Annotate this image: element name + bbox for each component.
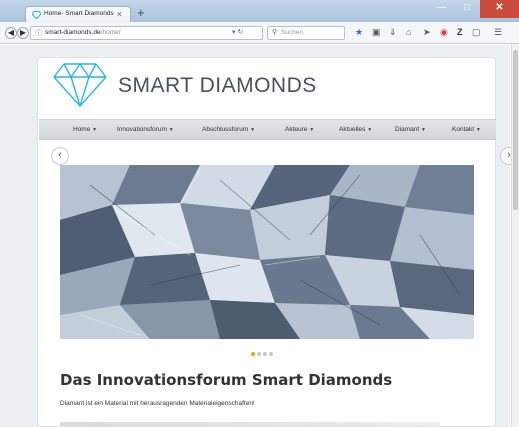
nav-item-home[interactable]: Home ▼ [73,126,97,133]
maximize-button[interactable]: □ [454,0,480,18]
intro-text: Diamant ist ein Material mit herausragen… [60,400,255,407]
tab-title: Home- Smart Diamonds [44,10,114,17]
nav-item-label: Akteure [285,126,308,133]
nav-item-akteure[interactable]: Akteure ▼ [285,126,314,133]
slider-pagination [251,343,275,356]
nav-item-diamant[interactable]: Diamant ▼ [395,126,426,133]
page-title: Das Innovationsforum Smart Diamonds [60,371,393,389]
search-placeholder: Suchen [281,29,304,36]
bookmark-star-icon[interactable]: ★ [355,27,363,38]
vertical-scrollbar[interactable] [511,44,519,427]
nav-item-label: Home [73,126,91,133]
url-domain: smart-diamonds.de [45,29,101,36]
minimize-button[interactable]: — [428,0,454,18]
forward-button[interactable]: ▶ [17,27,29,39]
download-icon[interactable]: ⇓ [389,27,397,38]
reload-icon[interactable]: ↻ [237,29,243,36]
search-bar[interactable]: ⚲ Suchen [267,26,345,40]
nav-item-label: Kontakt [452,126,475,133]
reading-list-icon[interactable]: ▣ [372,27,381,38]
site-info-icon[interactable]: ⓘ [35,28,42,38]
scrollbar-thumb[interactable] [513,50,518,210]
sidebar-icon[interactable]: ▢ [472,27,481,38]
site-container: SMART DIAMONDS Home ▼ Innovationsforum ▼… [37,57,518,427]
url-text: smart-diamonds.de/home/ [45,29,121,36]
chevron-down-icon: ▼ [92,127,98,133]
main-navigation: Home ▼ Innovationsforum ▼ Abschlussforum… [39,119,496,140]
diamond-logo-icon[interactable] [52,62,108,108]
chevron-down-icon: ▼ [168,127,174,133]
zotero-icon[interactable]: Z [457,27,463,38]
slider-dot[interactable] [269,352,273,356]
nav-item-label: Abschlussforum [202,126,249,133]
dropdown-arrow-icon[interactable]: ▾ [232,29,236,36]
site-logo-text[interactable]: SMART DIAMONDS [118,74,317,98]
web-page: SMART DIAMONDS Home ▼ Innovationsforum ▼… [0,45,518,427]
slider-dot-active[interactable] [251,352,255,356]
slider-dot[interactable] [263,352,267,356]
nav-item-aktuelles[interactable]: Aktuelles ▼ [339,126,372,133]
url-path: /home/ [100,29,121,36]
title-bar: Home- Smart Diamonds × + — □ ✕ [0,0,519,23]
new-tab-button[interactable]: + [137,6,145,20]
address-bar[interactable]: ⓘ smart-diamonds.de/home/ ▾ ↻ [30,26,263,40]
address-bar-actions: ▾ ↻ [232,28,243,36]
hamburger-menu-icon[interactable]: ☰ [494,27,502,38]
cut-off-text-line [60,422,440,426]
diamond-favicon-icon [32,11,41,19]
nav-item-kontakt[interactable]: Kontakt ▼ [452,126,481,133]
chevron-down-icon: ▼ [367,127,373,133]
chevron-down-icon: ▼ [421,127,426,133]
send-icon[interactable]: ➤ [423,27,431,38]
browser-window: Home- Smart Diamonds × + — □ ✕ ◀ ▶ ⓘ sma… [0,0,519,427]
nav-item-label: Diamant [395,126,420,133]
nav-item-innovationsforum[interactable]: Innovationsforum ▼ [117,126,174,133]
chevron-down-icon: ▼ [475,127,481,133]
pocket-icon[interactable]: ◉ [440,27,448,38]
tab-close-button[interactable]: × [117,8,122,20]
nav-item-label: Innovationsforum [117,126,167,133]
back-button[interactable]: ◀ [5,27,17,39]
nav-item-abschlussforum[interactable]: Abschlussforum ▼ [202,126,255,133]
slide-image-diamond-crystals [60,165,474,339]
chevron-down-icon: ▼ [250,127,256,133]
close-window-button[interactable]: ✕ [480,0,519,18]
navigation-toolbar: ◀ ▶ ⓘ smart-diamonds.de/home/ ▾ ↻ ⚲ Such… [0,22,519,44]
home-icon[interactable]: ⌂ [406,27,411,38]
chevron-down-icon: ▼ [309,127,315,133]
browser-tab[interactable]: Home- Smart Diamonds × [25,6,131,23]
search-icon: ⚲ [272,29,278,36]
image-slider [60,165,474,339]
nav-item-label: Aktuelles [339,126,366,133]
slider-dot[interactable] [257,352,261,356]
slider-prev-button[interactable]: ‹ [51,147,69,165]
